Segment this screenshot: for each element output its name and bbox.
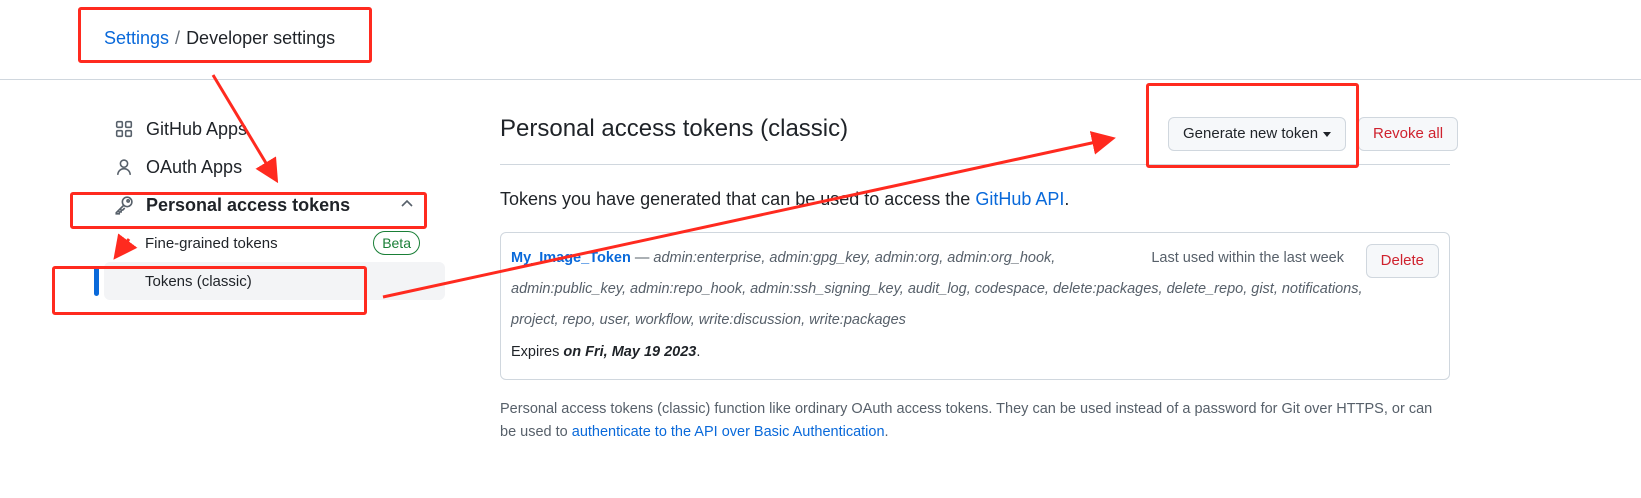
revoke-all-button[interactable]: Revoke all bbox=[1358, 117, 1459, 151]
token-scopes-text: admin:enterprise, admin:gpg_key, admin:o… bbox=[653, 250, 1056, 266]
annotation-box-tokens-classic bbox=[52, 266, 367, 315]
sidebar-item-label: OAuth Apps bbox=[146, 156, 243, 177]
sidebar-subitem-label: Fine-grained tokens bbox=[145, 234, 278, 252]
person-icon bbox=[114, 157, 134, 177]
intro-text-end: . bbox=[1064, 189, 1070, 209]
expires-suffix: . bbox=[696, 344, 701, 360]
sidebar-subitem-fine-grained-tokens[interactable]: Fine-grained tokens Beta bbox=[100, 224, 445, 262]
token-card: My_Image_Token — admin:enterprise, admin… bbox=[500, 232, 1450, 380]
sidebar-item-github-apps[interactable]: GitHub Apps bbox=[100, 110, 445, 148]
footnote-text: Personal access tokens (classic) functio… bbox=[500, 398, 1450, 444]
beta-badge: Beta bbox=[373, 231, 420, 255]
sidebar-item-label: GitHub Apps bbox=[146, 118, 248, 139]
token-dash: — bbox=[630, 250, 654, 266]
token-last-used: Last used within the last week bbox=[1151, 250, 1344, 266]
basic-auth-link[interactable]: authenticate to the API over Basic Authe… bbox=[572, 424, 885, 440]
apps-grid-icon bbox=[114, 119, 134, 139]
intro-text: Tokens you have generated that can be us… bbox=[500, 189, 1069, 210]
annotation-box-personal-access-tokens bbox=[70, 192, 427, 229]
annotation-box-breadcrumb bbox=[78, 7, 372, 63]
token-scopes-line-2: admin:public_key, admin:repo_hook, admin… bbox=[511, 281, 1363, 297]
expires-prefix: Expires bbox=[511, 344, 564, 360]
token-name-link[interactable]: My_Image_Token bbox=[511, 250, 631, 266]
token-expiration: Expires on Fri, May 19 2023. bbox=[511, 344, 700, 360]
token-scopes-line-1: My_Image_Token — admin:enterprise, admin… bbox=[511, 250, 1055, 266]
delete-token-button[interactable]: Delete bbox=[1365, 244, 1439, 278]
footnote-end: . bbox=[884, 424, 889, 440]
sidebar-item-oauth-apps[interactable]: OAuth Apps bbox=[100, 148, 445, 186]
page-title: Personal access tokens (classic) bbox=[500, 115, 849, 142]
github-api-link[interactable]: GitHub API bbox=[975, 189, 1064, 209]
expires-date: on Fri, May 19 2023 bbox=[563, 344, 697, 360]
annotation-box-generate-token bbox=[1146, 83, 1359, 168]
intro-text-body: Tokens you have generated that can be us… bbox=[500, 189, 976, 209]
token-scopes-line-3: project, repo, user, workflow, write:dis… bbox=[511, 312, 906, 328]
